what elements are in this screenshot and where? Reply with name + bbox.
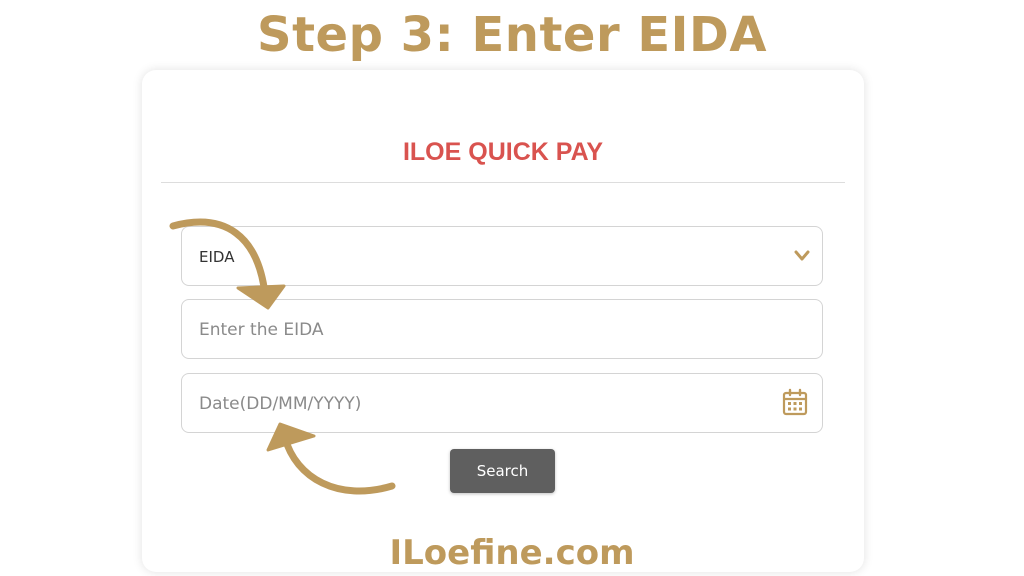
eida-input[interactable]: Enter the EIDA [181, 299, 823, 359]
search-button[interactable]: Search [450, 449, 555, 493]
site-watermark: ILoefine.com [389, 533, 635, 573]
chevron-down-icon [794, 250, 810, 261]
id-type-value: EIDA [199, 248, 235, 266]
form-title: ILOE QUICK PAY [402, 138, 604, 166]
step-heading: Step 3: Enter EIDA [257, 7, 767, 63]
title-divider [161, 182, 845, 183]
id-type-select[interactable]: EIDA [181, 226, 823, 286]
tutorial-slide: Step 3: Enter EIDA ILOE QUICK PAY EIDA E… [0, 0, 1024, 576]
date-placeholder: Date(DD/MM/YYYY) [199, 394, 362, 414]
calendar-icon[interactable] [782, 388, 808, 416]
eida-placeholder: Enter the EIDA [199, 320, 324, 340]
date-input[interactable]: Date(DD/MM/YYYY) [181, 373, 823, 433]
